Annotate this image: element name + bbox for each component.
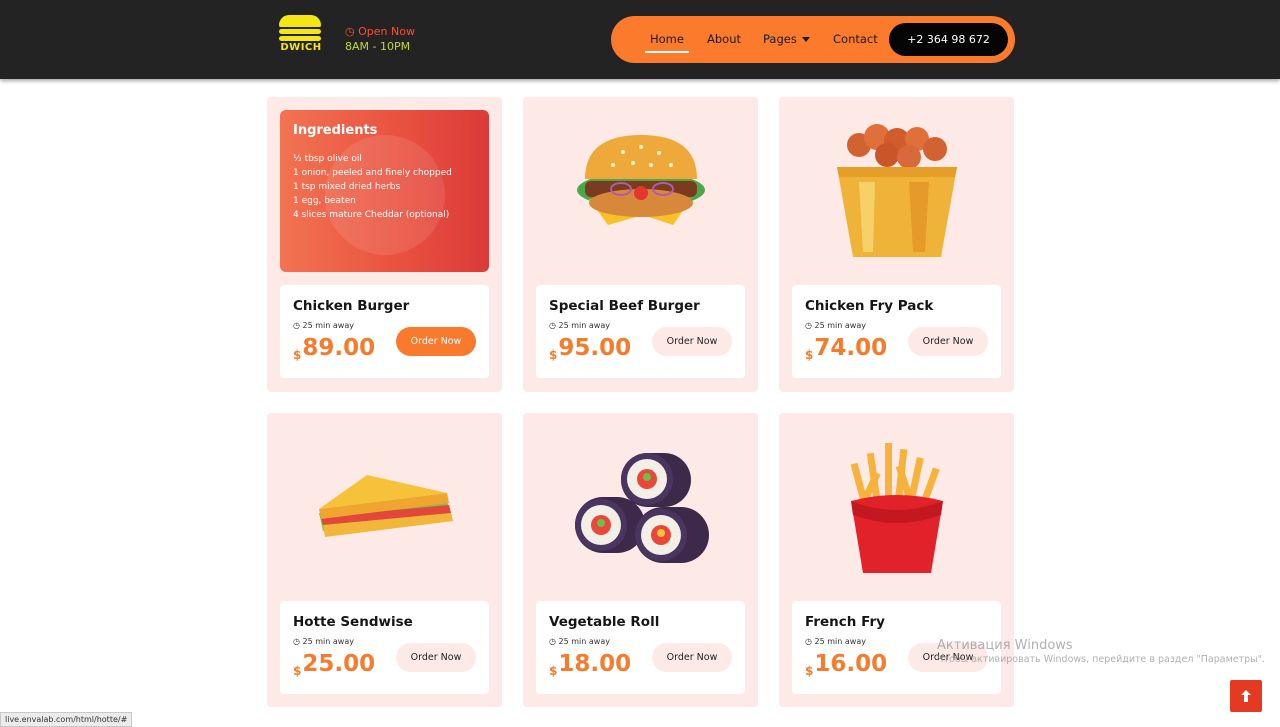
currency-symbol: $ [805,664,814,678]
product-name: Hotte Sendwise [293,614,413,630]
delivery-time: ◷ 25 min away [293,321,354,330]
nav-contact[interactable]: Contact [833,32,878,46]
order-now-button[interactable]: Order Now [396,643,476,672]
currency-symbol: $ [805,348,814,362]
chicken-bucket-icon [779,97,1014,277]
clock-icon: ◷ [345,25,355,38]
open-status: ◷ Open Now [345,25,415,38]
delivery-time: ◷ 25 min away [805,321,866,330]
product-info: Chicken Fry Pack ◷ 25 min away $74.00 Or… [792,285,1001,378]
order-now-button[interactable]: Order Now [652,643,732,672]
clock-icon: ◷ [805,637,812,646]
ingredient-item: 1 tsp mixed dried herbs [293,182,401,192]
product-card: Ingredients ½ tbsp olive oil 1 onion, pe… [267,97,502,392]
clock-icon: ◷ [293,321,300,330]
clock-icon: ◷ [549,637,556,646]
delivery-time: ◷ 25 min away [293,637,354,646]
currency-symbol: $ [293,348,302,362]
product-info: Hotte Sendwise ◷ 25 min away $25.00 Orde… [280,601,489,694]
delivery-time-text: 25 min away [814,637,866,646]
nav-home[interactable]: Home [645,32,689,53]
product-name: Chicken Burger [293,298,410,314]
ingredient-item: ½ tbsp olive oil [293,154,362,164]
order-now-button[interactable]: Order Now [396,327,476,356]
currency-symbol: $ [549,348,558,362]
dwich-logo[interactable]: DWICH [277,15,325,61]
windows-activation-title: Активация Windows [937,638,1073,653]
delivery-time-text: 25 min away [558,637,610,646]
currency-symbol: $ [549,664,558,678]
price-value: 16.00 [814,651,888,677]
burger-icon [523,97,758,277]
opening-hours: 8AM - 10PM [345,40,411,53]
burger-silhouette-icon [325,135,445,255]
browser-status-url: live.envalab.com/html/hotte/# [0,712,133,727]
product-card: Special Beef Burger ◷ 25 min away $95.00… [523,97,758,392]
open-status-text: Open Now [358,25,415,38]
price-value: 25.00 [302,651,376,677]
product-name: Vegetable Roll [549,614,660,630]
product-card: Hotte Sendwise ◷ 25 min away $25.00 Orde… [267,413,502,707]
logo-bun-layer [279,36,321,41]
product-name: Chicken Fry Pack [805,298,934,314]
sandwich-icon [267,413,502,593]
price-value: 18.00 [558,651,632,677]
ingredients-title: Ingredients [293,123,378,138]
product-price: $89.00 [293,335,375,362]
nav-pages-label: Pages [763,32,797,46]
product-info: Vegetable Roll ◷ 25 min away $18.00 Orde… [536,601,745,694]
product-price: $95.00 [549,335,631,362]
nav-about[interactable]: About [707,32,741,46]
price-value: 95.00 [558,335,632,361]
phone-button[interactable]: +2 364 98 672 [889,23,1008,56]
logo-text: DWICH [280,42,322,53]
product-price: $74.00 [805,335,887,362]
price-value: 74.00 [814,335,888,361]
ingredient-item: 1 onion, peeled and finely chopped [293,168,452,178]
delivery-time: ◷ 25 min away [549,637,610,646]
product-price: $18.00 [549,651,631,678]
product-info: Special Beef Burger ◷ 25 min away $95.00… [536,285,745,378]
product-price: $16.00 [805,651,887,678]
delivery-time-text: 25 min away [302,637,354,646]
product-card: Vegetable Roll ◷ 25 min away $18.00 Orde… [523,413,758,707]
product-card: Chicken Fry Pack ◷ 25 min away $74.00 Or… [779,97,1014,392]
windows-activation-text: Чтобы активировать Windows, перейдите в … [937,654,1266,665]
ingredient-item: 4 slices mature Cheddar (optional) [293,210,450,220]
ingredients-panel: Ingredients ½ tbsp olive oil 1 onion, pe… [280,110,489,272]
product-name: Special Beef Burger [549,298,700,314]
price-value: 89.00 [302,335,376,361]
chevron-down-icon [801,37,810,42]
order-now-button[interactable]: Order Now [908,327,988,356]
product-price: $25.00 [293,651,375,678]
ingredient-item: 1 egg, beaten [293,196,356,206]
product-info: Chicken Burger ◷ 25 min away $89.00 Orde… [280,285,489,378]
nav-pages[interactable]: Pages [763,32,810,46]
currency-symbol: $ [293,664,302,678]
delivery-time: ◷ 25 min away [549,321,610,330]
arrow-up-icon [1241,690,1251,702]
delivery-time-text: 25 min away [302,321,354,330]
clock-icon: ◷ [293,637,300,646]
delivery-time-text: 25 min away [814,321,866,330]
french-fries-icon [779,413,1014,593]
top-navbar: DWICH ◷ Open Now 8AM - 10PM Home About P… [0,0,1280,79]
clock-icon: ◷ [549,321,556,330]
clock-icon: ◷ [805,321,812,330]
product-name: French Fry [805,614,885,630]
logo-bun-layer [279,29,321,34]
back-to-top-button[interactable] [1230,680,1262,712]
delivery-time-text: 25 min away [558,321,610,330]
sushi-roll-icon [523,413,758,593]
logo-bun-icon [279,15,321,27]
order-now-button[interactable]: Order Now [652,327,732,356]
delivery-time: ◷ 25 min away [805,637,866,646]
